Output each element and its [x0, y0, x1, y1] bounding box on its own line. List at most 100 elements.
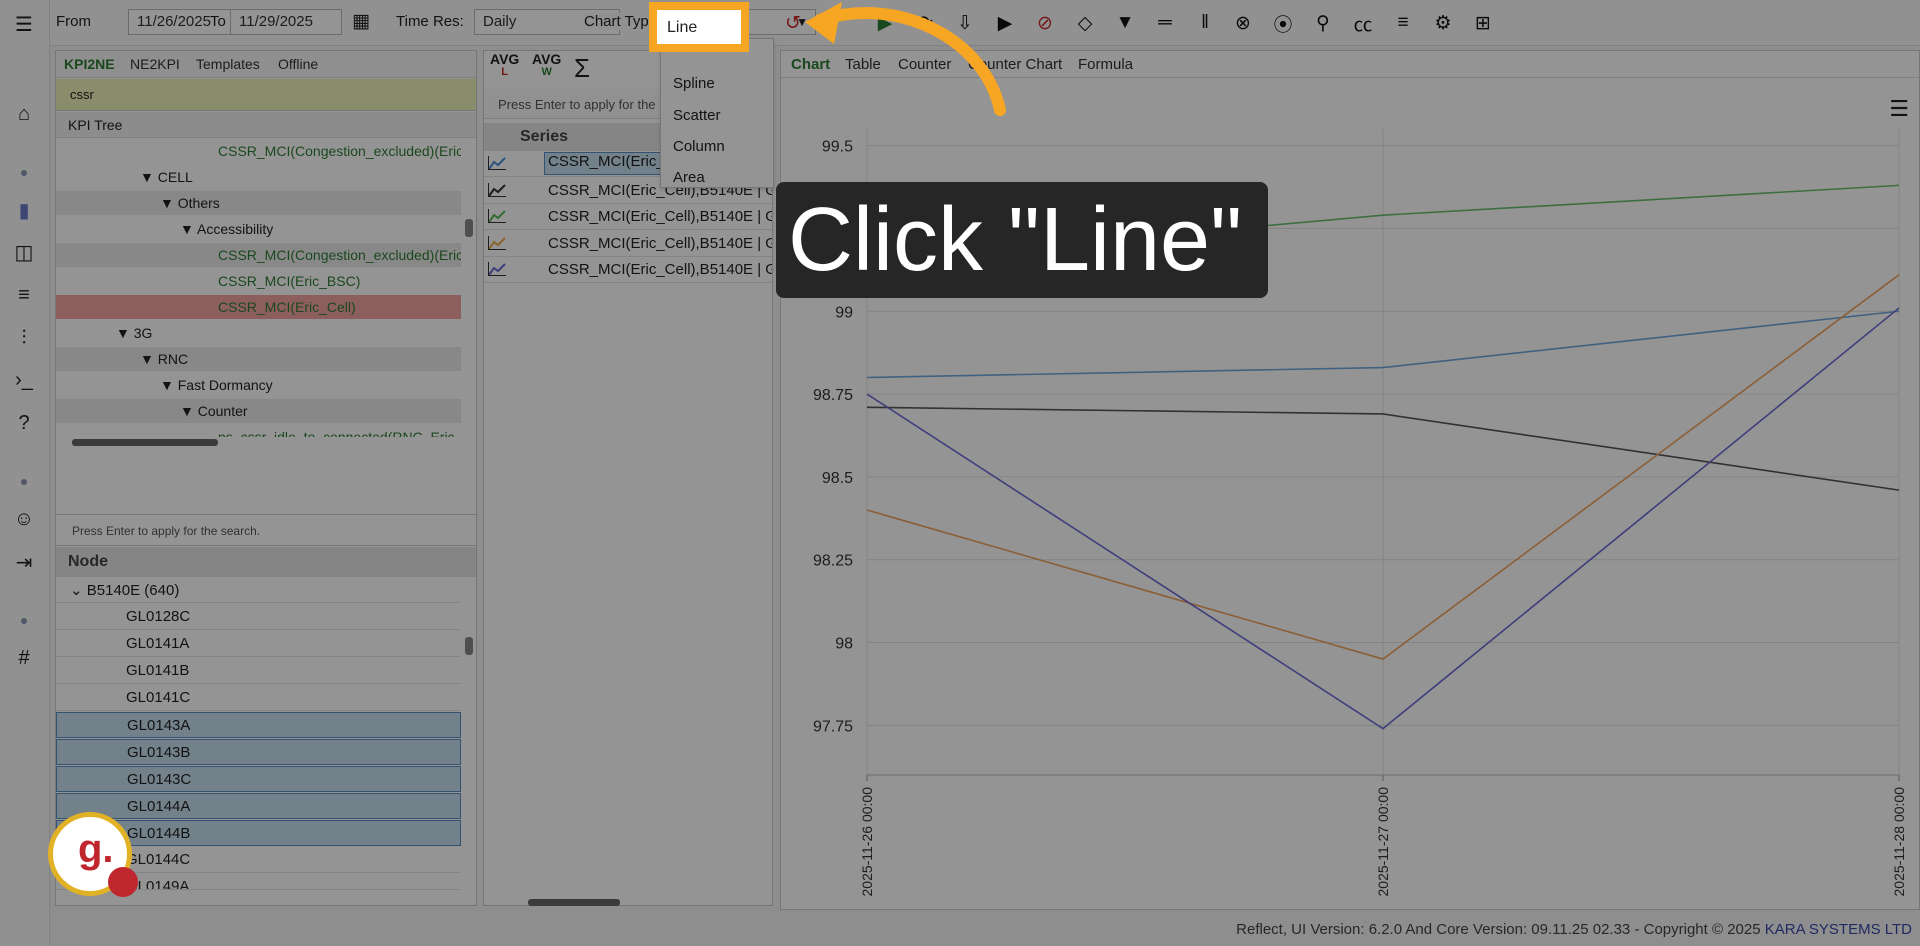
tab-ne2kpi[interactable]: NE2KPI	[130, 56, 180, 72]
help-icon[interactable]: ?	[10, 409, 38, 437]
tree-node[interactable]: ▼ Counter	[56, 399, 461, 423]
line-chart-icon	[488, 156, 506, 170]
tree-node[interactable]: ▼ Others	[56, 191, 461, 215]
node-scrollbar[interactable]	[465, 637, 473, 655]
line-chart: 97.759898.2598.598.759999.2599.52025-11-…	[813, 129, 1907, 897]
home-icon[interactable]: ⌂	[10, 100, 38, 128]
stop-icon[interactable]: ⊘	[1032, 10, 1058, 36]
pause-icon[interactable]: ‖	[1192, 10, 1218, 36]
y-tick-label: 98.75	[813, 387, 853, 404]
chart-panel: Chart Table Counter Counter Chart Formul…	[780, 50, 1920, 910]
tree-leaf[interactable]: CSSR_MCI(Congestion_excluded)(Eric	[218, 139, 461, 163]
tab-templates[interactable]: Templates	[196, 56, 260, 72]
tree-node-label: CELL	[157, 169, 193, 185]
pin-icon[interactable]: ⚲	[1310, 10, 1336, 36]
avg-l-sub: L	[501, 66, 509, 78]
avg-w-button[interactable]: AVG W	[532, 52, 561, 79]
tree-leaf[interactable]: CSSR_MCI(Eric_BSC)	[218, 269, 360, 293]
line-chart-icon	[488, 182, 506, 197]
node-row-selected[interactable]: GL0144A	[56, 793, 461, 819]
tree-node-label: Fast Dormancy	[177, 377, 273, 393]
pointer-arrow-icon	[805, 2, 1006, 116]
tree-leaf-selected[interactable]: CSSR_MCI(Eric_Cell)	[56, 295, 461, 319]
tree-leaf[interactable]: CSSR_MCI(Congestion_excluded)(Eric	[56, 243, 461, 267]
tab-kpi2ne[interactable]: KPI2NE	[64, 56, 115, 72]
icon-rail: ☰ ⌂ ▮ ◫ ≡ ⫶ ›_ ? ☺ ⇥ #	[0, 0, 50, 946]
map-pin-icon[interactable]: ⦿	[1270, 10, 1296, 36]
kpi-tabs: KPI2NE NE2KPI Templates Offline	[56, 51, 476, 78]
tree-leaf[interactable]: ps_cssr_idle_to_connected(RNC_Eric	[218, 425, 455, 437]
avg-l-button[interactable]: AVG L	[490, 52, 519, 79]
equals-icon[interactable]: ═	[1152, 10, 1178, 36]
tree-node[interactable]: ▼ Fast Dormancy	[160, 373, 273, 397]
separator-dot	[21, 618, 27, 624]
line-chart-icon	[488, 235, 506, 250]
tree-node[interactable]: ▼ CELL	[140, 165, 193, 189]
node-search-input[interactable]: Press Enter to apply for the search.	[56, 514, 476, 546]
tab-offline[interactable]: Offline	[278, 56, 318, 72]
sliders-icon[interactable]: ⫶	[10, 324, 38, 352]
series-row[interactable]: CSSR_MCI(Eric_Cell),B5140E | GL	[484, 257, 772, 283]
caret-down-icon: ▼	[116, 325, 134, 341]
tree-node-label: Counter	[197, 403, 248, 419]
kpi-search-input[interactable]: cssr	[56, 79, 476, 111]
tree-node[interactable]: ▼ Accessibility	[180, 217, 273, 241]
guide-badge[interactable]: g.	[48, 812, 138, 897]
node-column-header[interactable]: Node	[56, 547, 476, 577]
line-chart-icon	[488, 209, 506, 223]
close-circle-icon[interactable]: ⊗	[1230, 10, 1256, 36]
series-label: CSSR_MCI(Eric_Cell),B5140E | GL	[548, 208, 772, 225]
node-row[interactable]: GL0141B	[56, 658, 461, 684]
version-text: Reflect, UI Version: 6.2.0 And Core Vers…	[1236, 921, 1761, 938]
y-tick-label: 99.5	[822, 139, 853, 156]
option-scatter[interactable]: Scatter	[673, 107, 721, 124]
option-area[interactable]: Area	[673, 169, 705, 186]
series-horizontal-scrollbar[interactable]	[528, 899, 620, 906]
user-icon[interactable]: ☺	[10, 505, 38, 533]
terminal-icon[interactable]: ›_	[10, 366, 38, 394]
series-label: CSSR_MCI(Eric_Cell),B5140E | GL	[548, 261, 772, 278]
map-icon[interactable]: ◫	[10, 238, 38, 266]
series-row[interactable]: CSSR_MCI(Eric_Cell),B5140E | GL	[484, 231, 772, 257]
node-row[interactable]: GL0141A	[56, 631, 461, 657]
y-tick-label: 98.5	[822, 470, 853, 487]
time-res-label: Time Res:	[396, 13, 464, 30]
y-tick-label: 98	[835, 636, 853, 653]
tree-node-label: RNC	[157, 351, 189, 367]
eraser-icon[interactable]: ◇	[1072, 10, 1098, 36]
calendar-icon[interactable]: ▦	[352, 10, 370, 33]
node-group-row[interactable]: ⌄ B5140E (640)	[56, 577, 461, 603]
option-spline[interactable]: Spline	[673, 75, 715, 92]
hashtag-icon[interactable]: #	[10, 644, 38, 672]
brand-link[interactable]: KARA SYSTEMS LTD	[1765, 921, 1912, 938]
series-row[interactable]: CSSR_MCI(Eric_Cell),B5140E | GL	[484, 204, 772, 230]
node-group-label: B5140E (640)	[86, 582, 180, 599]
bar-chart-icon[interactable]: ▮	[10, 196, 38, 224]
align-left-icon[interactable]: ≡	[1390, 10, 1416, 36]
to-date-input[interactable]: 11/29/2025	[230, 9, 342, 35]
recording-dot	[108, 867, 138, 897]
to-label: To	[210, 13, 226, 30]
chart-type-value: Line	[667, 19, 698, 36]
kpi-panel: KPI2NE NE2KPI Templates Offline cssr KPI…	[55, 50, 477, 906]
node-row-selected[interactable]: GL0143A	[56, 712, 461, 738]
option-column[interactable]: Column	[673, 138, 725, 155]
tree-node[interactable]: ▼ 3G	[116, 321, 152, 345]
tree-scrollbar[interactable]	[465, 219, 473, 237]
avg-w-sub: W	[541, 66, 552, 78]
node-row[interactable]: GL0141C	[56, 685, 461, 711]
list-icon[interactable]: ≡	[10, 281, 38, 309]
logout-icon[interactable]: ⇥	[10, 548, 38, 576]
tree-horizontal-scrollbar[interactable]	[72, 439, 218, 446]
node-row-selected[interactable]: GL0143C	[56, 766, 461, 792]
highlight-line-option[interactable]: Line	[649, 2, 749, 52]
settings-sliders-icon[interactable]: ⚙	[1430, 10, 1456, 36]
sigma-icon[interactable]: Σ	[574, 53, 590, 84]
tree-structure-icon[interactable]: ⊞	[1470, 10, 1496, 36]
node-row[interactable]: GL0128C	[56, 604, 461, 630]
hamburger-menu-icon[interactable]: ☰	[10, 10, 38, 38]
filter-icon[interactable]: ▼	[1112, 10, 1138, 36]
closed-caption-icon[interactable]: ㏄	[1350, 10, 1376, 36]
tree-node[interactable]: ▼ RNC	[56, 347, 461, 371]
node-row-selected[interactable]: GL0143B	[56, 739, 461, 765]
